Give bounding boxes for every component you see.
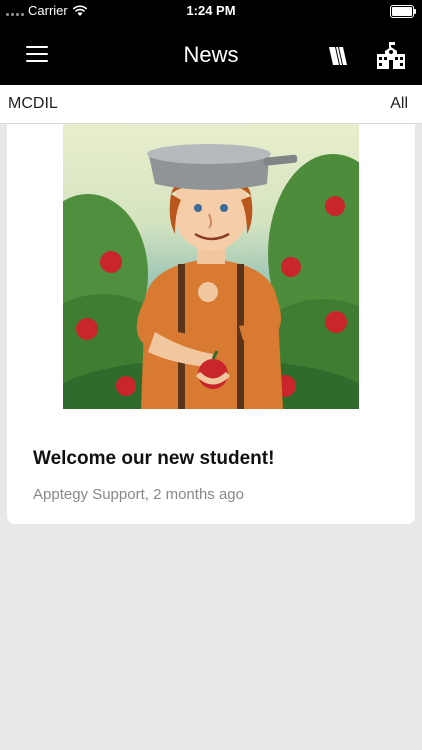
article-meta: Apptegy Support, 2 months ago [33, 486, 244, 503]
book-icon[interactable] [326, 44, 350, 68]
page-title: News [183, 42, 239, 67]
nav-bar: News [0, 22, 422, 85]
article-title[interactable]: Welcome our new student! [33, 448, 274, 470]
organization-label: MCDIL [8, 95, 58, 112]
status-time: 1:24 PM [186, 3, 236, 18]
filter-bar: MCDIL All [0, 85, 422, 124]
filter-all-button[interactable]: All [390, 95, 408, 113]
battery-icon [390, 5, 416, 18]
article-image [63, 124, 359, 409]
news-card[interactable]: Welcome our new student! Apptegy Support… [7, 124, 415, 524]
status-bar: Carrier 1:24 PM [0, 0, 422, 22]
school-icon[interactable] [376, 42, 406, 70]
